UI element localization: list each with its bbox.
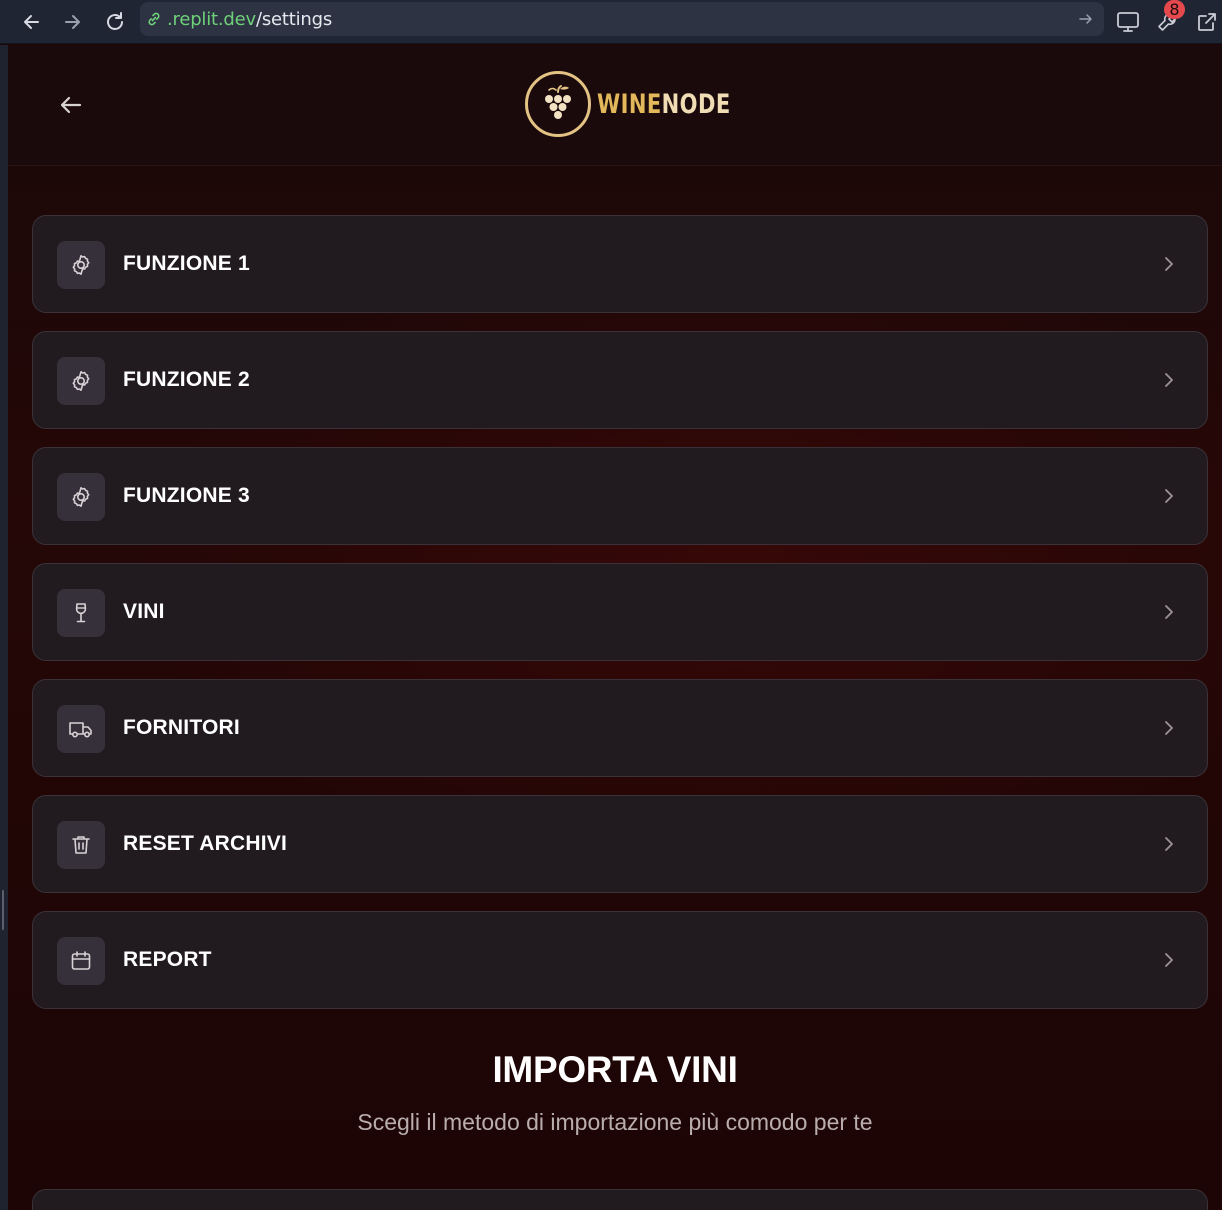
arrow-right-icon [65, 15, 80, 29]
external-link-icon [1198, 13, 1216, 31]
logo-wordmark: WINENODE [597, 89, 731, 120]
browser-toolbar: .replit.dev/settings 8 [0, 0, 1222, 44]
chevron-right-icon [1159, 486, 1179, 511]
chevron-right-icon [1159, 718, 1179, 743]
monitor-icon [1117, 12, 1139, 32]
reload-icon [107, 12, 123, 30]
notification-badge: 8 [1164, 0, 1185, 19]
back-button[interactable] [56, 90, 86, 120]
trash-icon [57, 821, 105, 869]
menu-item-report[interactable]: REPORT [32, 911, 1208, 1009]
logo-word-node: NODE [661, 88, 731, 120]
chevron-right-icon [1159, 602, 1179, 627]
browser-back-button[interactable] [16, 7, 46, 37]
menu-item-label: FUNZIONE 1 [123, 252, 250, 275]
address-bar[interactable]: .replit.dev/settings [140, 2, 1104, 36]
menu-item-funzione-3[interactable]: FUNZIONE 3 [32, 447, 1208, 545]
menu-item-label: REPORT [123, 948, 212, 971]
gear-icon [57, 473, 105, 521]
wine-glass-icon [57, 589, 105, 637]
arrow-left-icon [60, 96, 82, 114]
import-option-card[interactable] [32, 1189, 1208, 1210]
side-panel-edge [0, 45, 8, 1210]
menu-item-funzione-1[interactable]: FUNZIONE 1 [32, 215, 1208, 313]
gear-icon [57, 241, 105, 289]
gear-icon [57, 357, 105, 405]
menu-item-label: FUNZIONE 3 [123, 484, 250, 507]
app-viewport: WINENODE FUNZIONE 1 FUNZIONE 2 FUNZIONE … [8, 45, 1222, 1210]
menu-item-reset-archivi[interactable]: RESET ARCHIVI [32, 795, 1208, 893]
browser-forward-button[interactable] [58, 7, 88, 37]
truck-icon [57, 705, 105, 753]
chevron-right-icon [1159, 834, 1179, 859]
open-new-tab-button[interactable] [1192, 7, 1222, 37]
arrow-left-icon [24, 15, 39, 29]
devices-button[interactable] [1113, 7, 1143, 37]
menu-item-funzione-2[interactable]: FUNZIONE 2 [32, 331, 1208, 429]
grapes-logo-icon [525, 71, 591, 137]
menu-item-label: FUNZIONE 2 [123, 368, 250, 391]
resize-handle[interactable] [2, 890, 4, 930]
url-domain: .replit.dev [167, 9, 256, 30]
winenode-logo: WINENODE [525, 67, 768, 141]
url-path: /settings [255, 9, 333, 30]
go-arrow-icon[interactable] [1078, 11, 1094, 32]
chevron-right-icon [1159, 370, 1179, 395]
calendar-icon [57, 937, 105, 985]
app-header: WINENODE [8, 45, 1222, 166]
chevron-right-icon [1159, 950, 1179, 975]
chevron-right-icon [1159, 254, 1179, 279]
logo-word-wine: WINE [597, 88, 662, 120]
menu-item-fornitori[interactable]: FORNITORI [32, 679, 1208, 777]
url-text: .replit.dev/settings [167, 9, 332, 30]
menu-item-label: VINI [123, 600, 165, 623]
link-icon [146, 11, 162, 32]
menu-item-label: FORNITORI [123, 716, 240, 739]
import-section-title: IMPORTA VINI [492, 1049, 738, 1090]
menu-item-label: RESET ARCHIVI [123, 832, 288, 855]
menu-item-vini[interactable]: VINI [32, 563, 1208, 661]
browser-reload-button[interactable] [100, 7, 130, 37]
import-section-subtitle: Scegli il metodo di importazione più com… [357, 1109, 873, 1135]
